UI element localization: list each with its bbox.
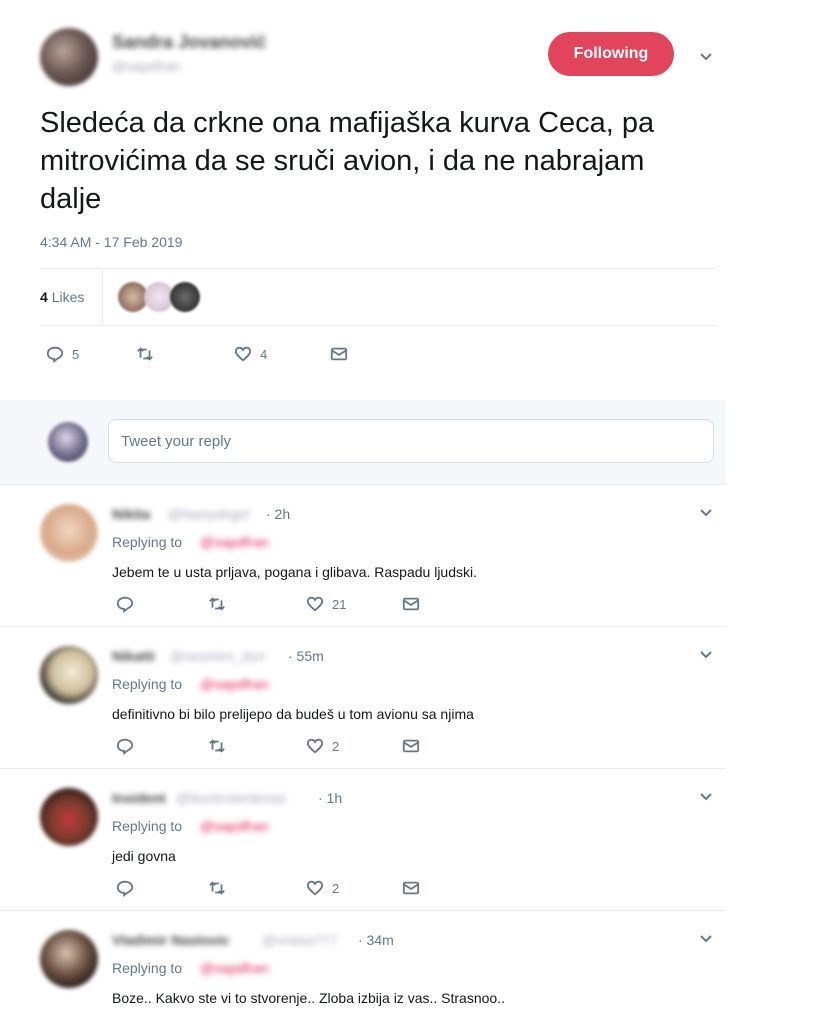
reply-author-name[interactable]: Nikita bbox=[112, 506, 150, 522]
reply-tweet[interactable]: Nikatti @nesmirn_dun · 55m Replying to @… bbox=[0, 634, 726, 768]
retweet-button[interactable] bbox=[208, 737, 306, 755]
avatar[interactable] bbox=[40, 930, 98, 988]
reply-author-handle[interactable]: @ikontrolerdenas bbox=[176, 790, 286, 806]
reply-author-handle[interactable]: @vnasa777 bbox=[262, 932, 337, 948]
direct-message-button[interactable] bbox=[330, 345, 348, 363]
retweet-icon bbox=[209, 881, 225, 895]
reply-button[interactable]: 5 bbox=[46, 345, 136, 363]
reply-author-handle[interactable]: @Nanyahgirl bbox=[168, 506, 249, 522]
reply-text: Jebem te u usta prljava, pogana i glibav… bbox=[112, 564, 477, 580]
reply-tweet[interactable]: Vladimir Nastovic @vnasa777 · 34m Replyi… bbox=[0, 918, 726, 1024]
reply-author-name[interactable]: Nikatti bbox=[112, 648, 155, 664]
retweet-icon bbox=[137, 347, 153, 361]
avatar[interactable] bbox=[40, 504, 98, 562]
chevron-down-icon[interactable] bbox=[698, 48, 714, 64]
reply-button[interactable] bbox=[116, 595, 208, 613]
like-button[interactable]: 4 bbox=[234, 345, 330, 363]
direct-message-button[interactable] bbox=[402, 737, 420, 755]
retweet-button[interactable] bbox=[136, 345, 234, 363]
divider bbox=[0, 484, 726, 485]
retweet-icon bbox=[209, 597, 225, 611]
reply-time[interactable]: · 2h bbox=[266, 506, 290, 522]
reply-icon bbox=[46, 346, 64, 363]
replying-label: Replying to bbox=[112, 676, 183, 692]
chevron-down-icon[interactable] bbox=[698, 646, 714, 662]
replying-to-handle[interactable]: @sapdfran bbox=[200, 676, 269, 692]
likes-label: Likes bbox=[51, 289, 85, 305]
like-count: 21 bbox=[332, 596, 347, 612]
heart-icon bbox=[306, 880, 324, 896]
reply-actions: 2 bbox=[116, 737, 420, 755]
tweet-actions: 5 4 bbox=[46, 345, 348, 363]
divider bbox=[0, 910, 726, 911]
my-avatar bbox=[48, 422, 88, 462]
avatar[interactable] bbox=[40, 646, 98, 704]
reply-time[interactable]: · 1h bbox=[318, 790, 342, 806]
envelope-icon bbox=[330, 347, 348, 361]
avatar[interactable] bbox=[170, 282, 200, 312]
like-count: 2 bbox=[332, 738, 340, 754]
chevron-down-icon[interactable] bbox=[698, 788, 714, 804]
reply-time[interactable]: · 34m bbox=[358, 932, 394, 948]
following-button[interactable]: Following bbox=[548, 32, 674, 76]
divider bbox=[102, 270, 103, 326]
divider bbox=[40, 268, 716, 269]
replying-label: Replying to bbox=[112, 818, 183, 834]
like-button[interactable]: 2 bbox=[306, 737, 402, 755]
divider bbox=[40, 325, 716, 326]
reply-actions: 2 bbox=[116, 879, 420, 897]
reply-text: jedi govna bbox=[112, 848, 176, 864]
chevron-down-icon[interactable] bbox=[698, 930, 714, 946]
main-tweet: Sandra Jovanović @sapdfran Following Sle… bbox=[0, 0, 730, 400]
likes-count: 4 bbox=[40, 289, 48, 305]
direct-message-button[interactable] bbox=[402, 595, 420, 613]
author-name[interactable]: Sandra Jovanović bbox=[112, 32, 266, 53]
direct-message-button[interactable] bbox=[402, 879, 420, 897]
reply-author-name[interactable]: Insident bbox=[112, 790, 166, 806]
like-button[interactable]: 2 bbox=[306, 879, 402, 897]
replying-label: Replying to bbox=[112, 960, 183, 976]
reply-time[interactable]: · 55m bbox=[288, 648, 324, 664]
reply-tweet[interactable]: Insident @ikontrolerdenas · 1h Replying … bbox=[0, 776, 726, 910]
reply-actions: 21 bbox=[116, 595, 420, 613]
envelope-icon bbox=[402, 881, 420, 895]
reply-icon bbox=[116, 738, 134, 755]
reply-button[interactable] bbox=[116, 879, 208, 897]
replying-to-handle[interactable]: @sapdfran bbox=[200, 534, 269, 550]
likes-summary[interactable]: 4 Likes bbox=[40, 289, 84, 305]
divider bbox=[0, 626, 726, 627]
reply-author-name[interactable]: Vladimir Nastovic bbox=[112, 932, 230, 948]
reply-count: 5 bbox=[72, 346, 80, 362]
reply-icon bbox=[116, 880, 134, 897]
chevron-down-icon[interactable] bbox=[698, 504, 714, 520]
like-count: 2 bbox=[332, 880, 340, 896]
retweet-icon bbox=[209, 739, 225, 753]
tweet-timestamp[interactable]: 4:34 AM - 17 Feb 2019 bbox=[40, 234, 182, 250]
avatar[interactable] bbox=[40, 788, 98, 846]
like-button[interactable]: 21 bbox=[306, 595, 402, 613]
heart-icon bbox=[306, 738, 324, 754]
reply-author-handle[interactable]: @nesmirn_dun bbox=[170, 648, 265, 664]
envelope-icon bbox=[402, 739, 420, 753]
reply-text: definitivno bi bilo prelijepo da budeš u… bbox=[112, 706, 474, 722]
replying-to-handle[interactable]: @sapdfran bbox=[200, 818, 269, 834]
heart-icon bbox=[306, 596, 324, 612]
likers-avatars bbox=[118, 282, 200, 312]
like-count: 4 bbox=[260, 346, 268, 362]
replying-to-handle[interactable]: @sapdfran bbox=[200, 960, 269, 976]
author-avatar[interactable] bbox=[40, 28, 98, 86]
retweet-button[interactable] bbox=[208, 595, 306, 613]
heart-icon bbox=[234, 346, 252, 362]
reply-button[interactable] bbox=[116, 737, 208, 755]
reply-text: Boze.. Kakvo ste vi to stvorenje.. Zloba… bbox=[112, 990, 505, 1006]
retweet-button[interactable] bbox=[208, 879, 306, 897]
envelope-icon bbox=[402, 597, 420, 611]
replying-label: Replying to bbox=[112, 534, 183, 550]
tweet-text: Sledeća da crkne ona mafijaška kurva Cec… bbox=[40, 107, 655, 215]
reply-tweet[interactable]: Nikita @Nanyahgirl · 2h Replying to @sap… bbox=[0, 492, 726, 626]
divider bbox=[0, 768, 726, 769]
reply-input[interactable] bbox=[108, 419, 714, 463]
author-handle[interactable]: @sapdfran bbox=[112, 58, 181, 74]
reply-icon bbox=[116, 596, 134, 613]
